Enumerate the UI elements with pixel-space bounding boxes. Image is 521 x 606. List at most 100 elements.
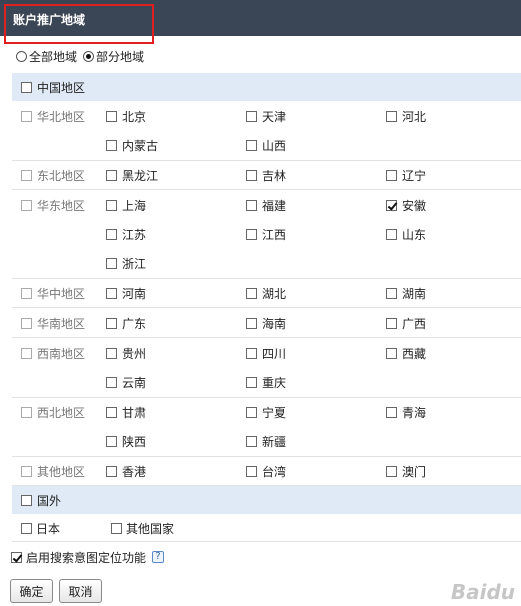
province-option[interactable]: 内蒙古 <box>106 130 158 160</box>
province-option[interactable]: 西藏 <box>386 338 426 368</box>
province-option[interactable]: 云南 <box>106 367 146 397</box>
help-icon[interactable]: ? <box>152 551 165 563</box>
province-option[interactable]: 陕西 <box>106 426 146 456</box>
province-checkbox[interactable] <box>246 139 257 151</box>
province-checkbox[interactable] <box>386 406 397 418</box>
country-option[interactable]: 其他国家 <box>111 514 174 542</box>
country-checkbox[interactable] <box>21 522 32 534</box>
province-checkbox[interactable] <box>106 347 117 359</box>
province-option[interactable]: 福建 <box>246 190 286 220</box>
province-option[interactable]: 广东 <box>106 308 146 338</box>
province-option[interactable]: 香港 <box>106 456 146 486</box>
province-option[interactable]: 江西 <box>246 219 286 249</box>
china-checkbox[interactable] <box>21 81 32 93</box>
region-checkbox[interactable] <box>21 347 32 359</box>
province-option[interactable]: 台湾 <box>246 456 286 486</box>
province-checkbox[interactable] <box>386 347 397 359</box>
foreign-checkbox[interactable] <box>21 494 32 506</box>
region-checkbox[interactable] <box>21 199 32 211</box>
province-option[interactable]: 海南 <box>246 308 286 338</box>
province-option[interactable]: 贵州 <box>106 338 146 368</box>
province-checkbox[interactable] <box>106 376 117 388</box>
province-checkbox[interactable] <box>386 465 397 477</box>
region-checkbox[interactable] <box>21 110 32 122</box>
province-checkbox[interactable] <box>246 347 257 359</box>
province-option[interactable]: 新疆 <box>246 426 286 456</box>
region-label[interactable]: 其他地区 <box>21 456 85 486</box>
province-checkbox[interactable] <box>246 406 257 418</box>
province-option[interactable]: 四川 <box>246 338 286 368</box>
region-checkbox[interactable] <box>21 317 32 329</box>
province-option[interactable]: 湖南 <box>386 278 426 308</box>
province-option[interactable]: 宁夏 <box>246 397 286 427</box>
province-checkbox[interactable] <box>246 199 257 211</box>
province-option[interactable]: 安徽 <box>386 190 426 220</box>
confirm-button[interactable]: 确定 <box>10 579 53 603</box>
province-checkbox[interactable] <box>386 287 397 299</box>
china-section-header[interactable]: 中国地区 <box>12 73 521 101</box>
province-checkbox[interactable] <box>106 257 117 269</box>
province-checkbox[interactable] <box>386 228 397 240</box>
province-option[interactable]: 辽宁 <box>386 160 426 190</box>
province-checkbox[interactable] <box>106 139 117 151</box>
province-option[interactable]: 浙江 <box>106 248 146 278</box>
province-checkbox[interactable] <box>106 317 117 329</box>
province-checkbox[interactable] <box>386 110 397 122</box>
region-checkbox[interactable] <box>21 287 32 299</box>
province-checkbox[interactable] <box>106 169 117 181</box>
region-label[interactable]: 华中地区 <box>21 278 85 308</box>
province-checkbox[interactable] <box>106 228 117 240</box>
province-checkbox[interactable] <box>246 465 257 477</box>
province-checkbox[interactable] <box>246 435 257 447</box>
region-label[interactable]: 西南地区 <box>21 338 85 368</box>
province-checkbox[interactable] <box>386 169 397 181</box>
region-checkbox[interactable] <box>21 169 32 181</box>
province-option[interactable]: 甘肃 <box>106 397 146 427</box>
province-option[interactable]: 河南 <box>106 278 146 308</box>
intent-option[interactable]: 启用搜索意图定位功能 ? <box>11 549 165 565</box>
province-option[interactable]: 吉林 <box>246 160 286 190</box>
province-checkbox[interactable] <box>106 110 117 122</box>
province-option[interactable]: 河北 <box>386 101 426 131</box>
region-label[interactable]: 东北地区 <box>21 160 85 190</box>
region-checkbox[interactable] <box>21 465 32 477</box>
foreign-section-header[interactable]: 国外 <box>12 486 521 514</box>
region-label[interactable]: 华北地区 <box>21 101 85 131</box>
province-option[interactable]: 天津 <box>246 101 286 131</box>
province-option[interactable]: 山西 <box>246 130 286 160</box>
scope-option-all[interactable]: 全部地域 <box>16 48 77 65</box>
province-checkbox[interactable] <box>386 199 397 211</box>
province-checkbox[interactable] <box>106 406 117 418</box>
province-checkbox[interactable] <box>106 287 117 299</box>
province-option[interactable]: 重庆 <box>246 367 286 397</box>
province-checkbox[interactable] <box>246 317 257 329</box>
region-label[interactable]: 西北地区 <box>21 397 85 427</box>
province-checkbox[interactable] <box>106 465 117 477</box>
cancel-button[interactable]: 取消 <box>59 579 102 603</box>
province-option[interactable]: 黑龙江 <box>106 160 158 190</box>
region-checkbox[interactable] <box>21 406 32 418</box>
province-checkbox[interactable] <box>246 169 257 181</box>
scope-radio-partial[interactable] <box>83 50 95 62</box>
intent-checkbox[interactable] <box>11 551 22 563</box>
province-checkbox[interactable] <box>106 199 117 211</box>
scope-radio-all[interactable] <box>16 50 27 62</box>
province-option[interactable]: 广西 <box>386 308 426 338</box>
province-checkbox[interactable] <box>246 110 257 122</box>
province-option[interactable]: 上海 <box>106 190 146 220</box>
region-label[interactable]: 华东地区 <box>21 190 85 220</box>
province-checkbox[interactable] <box>246 287 257 299</box>
region-label[interactable]: 华南地区 <box>21 308 85 338</box>
province-checkbox[interactable] <box>246 376 257 388</box>
province-checkbox[interactable] <box>246 228 257 240</box>
province-option[interactable]: 青海 <box>386 397 426 427</box>
country-option[interactable]: 日本 <box>21 514 60 542</box>
province-option[interactable]: 澳门 <box>386 456 426 486</box>
province-checkbox[interactable] <box>106 435 117 447</box>
province-option[interactable]: 江苏 <box>106 219 146 249</box>
province-option[interactable]: 山东 <box>386 219 426 249</box>
province-checkbox[interactable] <box>386 317 397 329</box>
province-option[interactable]: 北京 <box>106 101 146 131</box>
country-checkbox[interactable] <box>111 522 122 534</box>
scope-option-partial[interactable]: 部分地域 <box>83 48 144 65</box>
